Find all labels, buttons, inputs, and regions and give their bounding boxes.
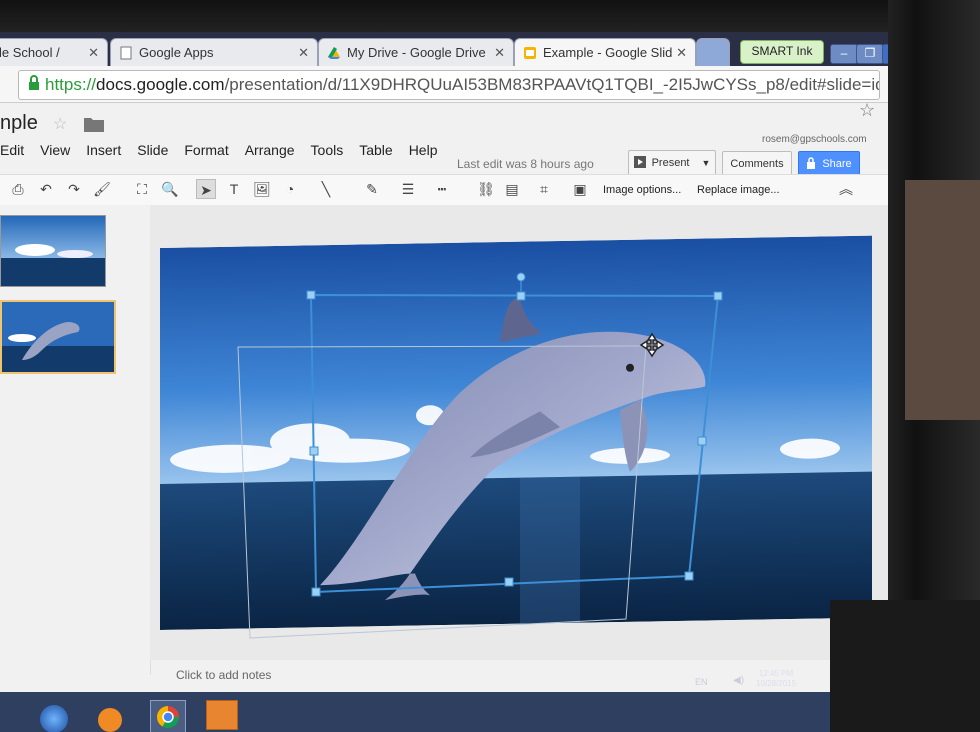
- background-desk: [905, 180, 980, 420]
- tab-example-slides[interactable]: Example - Google Slides ✕: [514, 38, 696, 66]
- shape-icon[interactable]: ◔: [280, 179, 300, 199]
- menu-arrange[interactable]: Arrange: [245, 142, 295, 164]
- tab-title: Example - Google Slides: [543, 45, 673, 60]
- menu-slide[interactable]: Slide: [137, 142, 168, 164]
- border-weight-icon[interactable]: ☰: [398, 179, 418, 199]
- slide-background-image: [160, 235, 872, 630]
- language-indicator[interactable]: EN: [695, 677, 708, 687]
- zoom-fit-icon[interactable]: ⛶: [132, 179, 152, 199]
- tab-my-drive[interactable]: My Drive - Google Drive ✕: [318, 38, 514, 66]
- play-icon: [633, 155, 646, 171]
- image-options-button[interactable]: Image options...: [603, 184, 681, 196]
- menu-insert[interactable]: Insert: [86, 142, 121, 164]
- monitor-bezel-top: [0, 0, 980, 32]
- menu-table[interactable]: Table: [359, 142, 392, 164]
- maximize-button[interactable]: ❐: [856, 44, 884, 64]
- undo-icon[interactable]: ↶: [36, 179, 56, 199]
- crop-icon[interactable]: ⌗: [534, 179, 554, 199]
- last-edit-status[interactable]: Last edit was 8 hours ago: [457, 157, 594, 171]
- url-scheme: https://: [45, 75, 97, 94]
- smart-ink-extension[interactable]: SMART Ink: [740, 40, 824, 64]
- screen: le School / ✕ Google Apps ✕ My Drive - G…: [0, 0, 980, 732]
- monitor-bezel-bottom: [830, 600, 980, 732]
- menu-format[interactable]: Format: [184, 142, 228, 164]
- new-tab-button[interactable]: [696, 38, 730, 66]
- link-icon[interactable]: ⛓: [476, 179, 496, 199]
- close-icon[interactable]: ✕: [298, 45, 309, 61]
- chrome-icon[interactable]: [150, 700, 186, 732]
- text-box-icon[interactable]: T: [224, 179, 244, 199]
- menu-edit[interactable]: Edit: [0, 142, 24, 164]
- lock-icon: [806, 156, 816, 172]
- share-label: Share: [822, 158, 852, 170]
- close-icon[interactable]: ✕: [494, 45, 505, 61]
- tab-school[interactable]: le School / ✕: [0, 38, 108, 66]
- menu-help[interactable]: Help: [409, 142, 438, 164]
- line-icon[interactable]: ╲: [316, 179, 336, 199]
- lock-icon: [27, 74, 41, 96]
- border-color-icon[interactable]: ✎: [362, 179, 382, 199]
- tab-title: My Drive - Google Drive: [347, 45, 486, 60]
- windows-start-icon[interactable]: [40, 705, 68, 732]
- minimize-button[interactable]: –: [830, 44, 858, 64]
- chevron-down-icon[interactable]: ▼: [702, 158, 711, 168]
- tab-google-apps[interactable]: Google Apps ✕: [110, 38, 318, 66]
- clock-date: 10/28/2015: [756, 679, 797, 688]
- tab-title: Google Apps: [139, 45, 214, 60]
- url-text: https://docs.google.com/presentation/d/1…: [41, 75, 879, 95]
- select-arrow-icon[interactable]: ➤: [196, 179, 216, 199]
- present-label: Present: [651, 157, 690, 169]
- star-icon[interactable]: ☆: [859, 100, 875, 121]
- zoom-icon[interactable]: 🔍: [160, 179, 180, 199]
- clock-time: 12:45 PM: [758, 669, 794, 678]
- menu-tools[interactable]: Tools: [311, 142, 344, 164]
- page-icon: [119, 46, 133, 60]
- office-icon[interactable]: [206, 700, 238, 730]
- volume-icon[interactable]: ◀): [733, 675, 744, 686]
- replace-image-button[interactable]: Replace image...: [697, 184, 780, 196]
- doc-title[interactable]: nple: [0, 112, 38, 135]
- tab-title: le School /: [0, 45, 60, 60]
- slide-thumbnail-1[interactable]: [0, 215, 106, 287]
- close-icon[interactable]: ✕: [88, 45, 99, 61]
- menu-bar: Edit View Insert Slide Format Arrange To…: [0, 142, 453, 164]
- google-drive-icon: [327, 46, 341, 60]
- paint-format-icon[interactable]: 🖌: [92, 179, 112, 199]
- star-icon[interactable]: ☆: [53, 114, 67, 134]
- present-button[interactable]: Present ▼: [628, 150, 716, 176]
- slide-thumbnail-2[interactable]: [0, 300, 116, 374]
- image-icon[interactable]: 🖼: [252, 179, 272, 199]
- google-slides-icon: [523, 46, 537, 60]
- close-icon[interactable]: ✕: [676, 45, 687, 61]
- media-player-icon[interactable]: [98, 708, 122, 732]
- comment-icon[interactable]: ▤: [502, 179, 522, 199]
- print-icon[interactable]: ⎙: [8, 179, 28, 199]
- account-email[interactable]: rosem@gpschools.com: [762, 134, 867, 145]
- menu-view[interactable]: View: [40, 142, 70, 164]
- collapse-icon[interactable]: ︽: [836, 179, 856, 199]
- border-dash-icon[interactable]: ┅: [432, 179, 452, 199]
- windows-taskbar: [0, 692, 860, 732]
- url-host: docs.google.com: [96, 75, 225, 94]
- clock[interactable]: 12:45 PM 10/28/2015: [756, 669, 796, 689]
- url-path: /presentation/d/11X9DHRQUuAI53BM83RPAAVt…: [224, 75, 879, 94]
- speaker-notes[interactable]: Click to add notes: [176, 668, 271, 682]
- redo-icon[interactable]: ↷: [64, 179, 84, 199]
- folder-icon[interactable]: [84, 116, 104, 137]
- url-field[interactable]: https://docs.google.com/presentation/d/1…: [18, 70, 880, 100]
- reset-image-icon[interactable]: ▣: [570, 179, 590, 199]
- slide[interactable]: [160, 235, 872, 630]
